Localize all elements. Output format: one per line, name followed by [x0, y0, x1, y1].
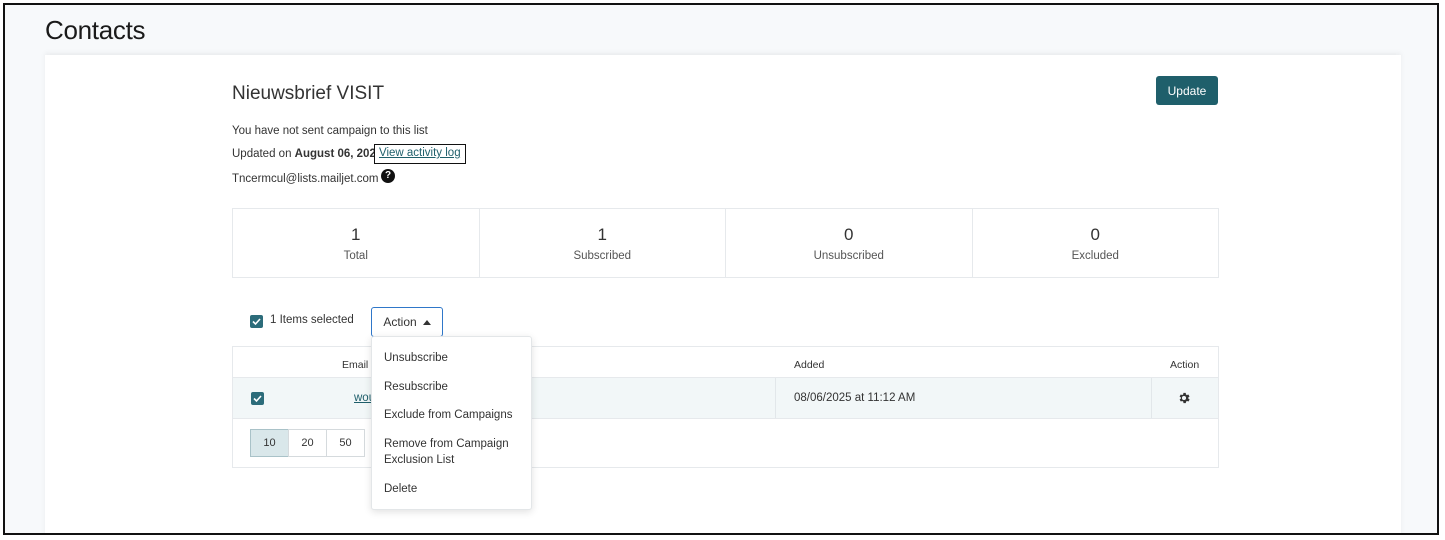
caret-up-icon: [422, 319, 431, 325]
stats-panel: 1 Total 1 Subscribed 0 Unsubscribed 0 Ex…: [232, 208, 1219, 278]
column-header-email[interactable]: Email: [342, 359, 368, 371]
page-size-20[interactable]: 20: [288, 429, 327, 457]
action-button-label: Action: [383, 315, 417, 329]
select-all-checkbox[interactable]: [250, 315, 263, 328]
menu-item-remove-from-exclusion-list[interactable]: Remove from Campaign Exclusion List: [384, 436, 524, 468]
page-size-50[interactable]: 50: [326, 429, 365, 457]
list-name: Nieuwsbrief VISIT: [232, 83, 385, 104]
menu-item-exclude-from-campaigns[interactable]: Exclude from Campaigns: [384, 407, 524, 423]
view-activity-log-link[interactable]: View activity log: [374, 144, 466, 164]
row-checkbox[interactable]: [251, 392, 264, 405]
gear-icon[interactable]: [1177, 391, 1191, 405]
stat-value: 0: [844, 225, 854, 244]
check-icon: [252, 318, 261, 326]
updated-prefix: Updated on: [232, 148, 292, 160]
page-size-10[interactable]: 10: [250, 429, 289, 457]
items-selected-text: 1 Items selected: [270, 314, 354, 326]
menu-item-delete[interactable]: Delete: [384, 481, 524, 497]
column-divider: [1151, 378, 1152, 418]
stat-unsubscribed: 0 Unsubscribed: [726, 209, 973, 277]
column-divider: [775, 378, 776, 418]
update-button[interactable]: Update: [1156, 76, 1218, 105]
page-size-selector: 10 20 50: [250, 429, 365, 457]
check-icon: [253, 395, 262, 403]
stat-total: 1 Total: [233, 209, 480, 277]
column-header-added[interactable]: Added: [794, 359, 824, 371]
app-frame: Contacts Nieuwsbrief VISIT Update You ha…: [3, 3, 1439, 535]
action-dropdown-button[interactable]: Action: [371, 307, 443, 337]
campaign-status-text: You have not sent campaign to this list: [232, 125, 428, 137]
help-icon[interactable]: ?: [381, 169, 395, 183]
stat-value: 0: [1090, 225, 1100, 244]
list-detail-card: Nieuwsbrief VISIT Update You have not se…: [45, 55, 1401, 533]
updated-date: August 06, 2025: [294, 148, 383, 160]
updated-on-text: Updated on August 06, 2025: [232, 148, 382, 160]
column-header-action: Action: [1170, 359, 1200, 371]
stat-label: Subscribed: [573, 250, 632, 262]
stat-label: Unsubscribed: [813, 250, 884, 262]
list-email: Tncermcul@lists.mailjet.com: [232, 173, 379, 185]
page-header: Contacts: [5, 5, 1437, 55]
stat-label: Excluded: [1071, 250, 1119, 262]
action-menu: Unsubscribe Resubscribe Exclude from Cam…: [371, 336, 532, 510]
stat-value: 1: [351, 225, 361, 244]
stat-value: 1: [597, 225, 607, 244]
stat-label: Total: [343, 250, 368, 262]
menu-item-unsubscribe[interactable]: Unsubscribe: [384, 350, 524, 366]
page-title: Contacts: [45, 15, 146, 45]
contact-added-date: 08/06/2025 at 11:12 AM: [794, 392, 916, 404]
stat-subscribed: 1 Subscribed: [480, 209, 726, 277]
stat-excluded: 0 Excluded: [973, 209, 1219, 277]
menu-item-resubscribe[interactable]: Resubscribe: [384, 379, 524, 395]
